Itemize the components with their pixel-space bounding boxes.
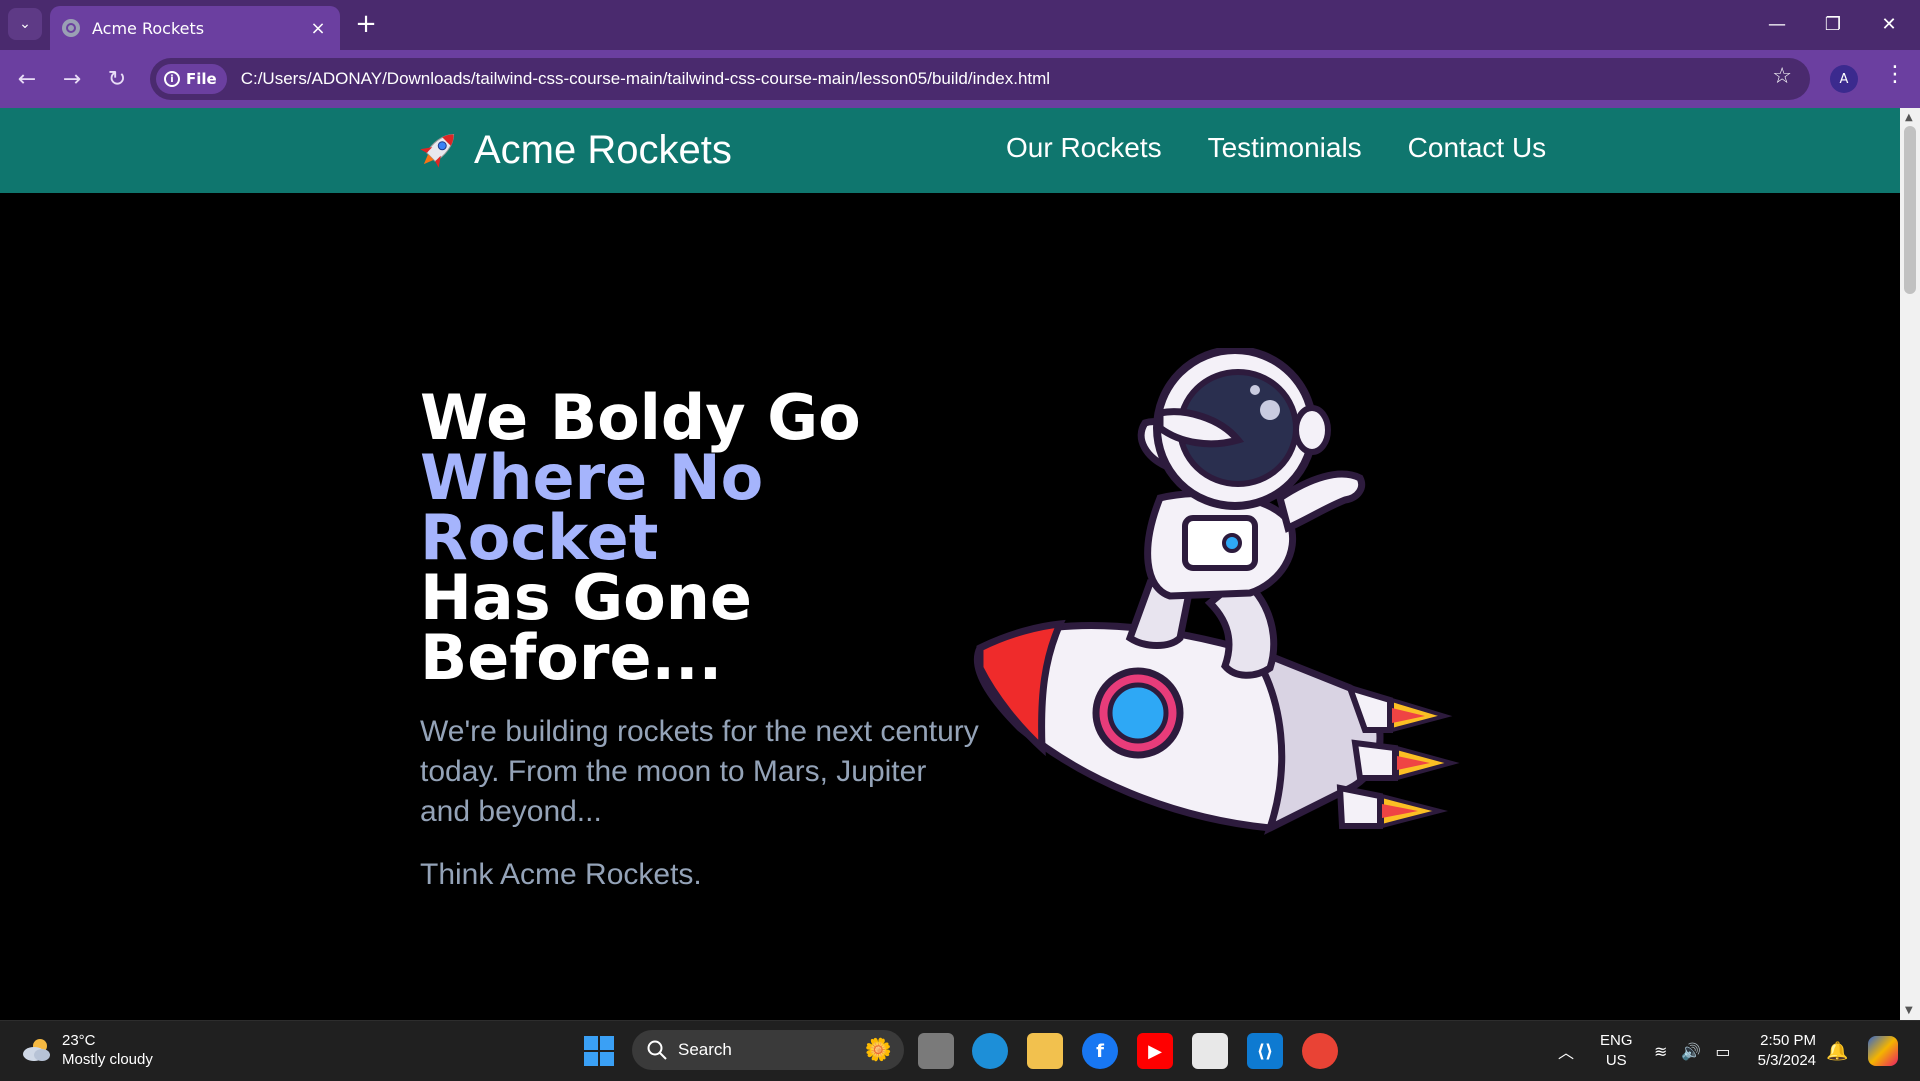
windows-logo-icon [584, 1036, 614, 1066]
close-window-button[interactable]: ✕ [1866, 8, 1912, 40]
browser-toolbar: ← → ↻ i File C:/Users/ADONAY/Downloads/t… [0, 50, 1920, 108]
back-button[interactable]: ← [10, 62, 44, 96]
brand-name: Acme Rockets [474, 127, 732, 172]
new-tab-button[interactable]: + [352, 10, 380, 38]
scrollbar-thumb[interactable] [1904, 126, 1916, 294]
clock-time: 2:50 PM [1760, 1032, 1816, 1049]
hero-tagline: Think Acme Rockets. [420, 858, 702, 891]
windows-taskbar: 23°C Mostly cloudy Search 🌼 f ▶ ⟨⟩ ︿ ENG… [0, 1020, 1920, 1081]
browser-tab[interactable]: Acme Rockets × [50, 6, 340, 50]
task-view-icon[interactable] [918, 1033, 954, 1069]
flowers-icon: 🌼 [864, 1037, 892, 1063]
globe-icon [62, 19, 80, 37]
lang-line-1: ENG [1600, 1032, 1633, 1049]
file-explorer-icon[interactable] [1027, 1033, 1063, 1069]
rocket-body [973, 619, 1460, 835]
forward-button[interactable]: → [55, 62, 89, 96]
page-viewport: Acme Rockets Our Rockets Testimonials Co… [0, 108, 1900, 1020]
url-text[interactable]: C:/Users/ADONAY/Downloads/tailwind-css-c… [241, 69, 1050, 89]
address-bar[interactable]: i File C:/Users/ADONAY/Downloads/tailwin… [150, 58, 1810, 100]
system-tray[interactable]: ≋ 🔊 ▭ [1654, 1021, 1730, 1081]
microsoft-store-icon[interactable] [1192, 1033, 1228, 1069]
search-label: Search [678, 1040, 732, 1059]
nav-contact-us[interactable]: Contact Us [1408, 132, 1547, 164]
rocket-icon [420, 133, 455, 168]
tab-search-button[interactable]: ⌄ [8, 8, 42, 40]
headline-line-4: Before... [420, 621, 723, 694]
search-icon [647, 1040, 667, 1060]
copilot-icon[interactable] [1868, 1021, 1898, 1081]
page-scrollbar[interactable]: ▲ ▼ [1900, 108, 1920, 1020]
info-icon: i [164, 71, 180, 87]
astronaut-rocket-illustration [973, 348, 1460, 835]
nav-our-rockets[interactable]: Our Rockets [1006, 132, 1162, 164]
chrome-icon[interactable] [1302, 1033, 1338, 1069]
start-button[interactable] [584, 1036, 614, 1070]
nav-testimonials[interactable]: Testimonials [1208, 132, 1362, 164]
scroll-up-icon[interactable]: ▲ [1905, 112, 1913, 123]
hero-description: We're building rockets for the next cent… [420, 715, 979, 828]
hero-text: We Boldy Go Where No Rocket Has Gone Bef… [420, 387, 980, 892]
weather-temp: 23°C [62, 1032, 96, 1049]
site-info-chip[interactable]: i File [156, 64, 227, 94]
clock-date: 5/3/2024 [1757, 1052, 1816, 1069]
kebab-menu-icon[interactable]: ⋮ [1884, 62, 1906, 87]
profile-avatar[interactable]: A [1830, 65, 1858, 93]
browser-tab-strip: ⌄ Acme Rockets × + — ❐ ✕ [0, 0, 1920, 50]
scheme-label: File [186, 70, 217, 88]
wifi-icon[interactable]: ≋ [1654, 1042, 1667, 1061]
weather-desc: Mostly cloudy [62, 1051, 153, 1068]
bookmark-star-icon[interactable]: ☆ [1772, 64, 1792, 89]
minimize-button[interactable]: — [1754, 8, 1800, 40]
facebook-icon[interactable]: f [1082, 1033, 1118, 1069]
reload-button[interactable]: ↻ [100, 62, 134, 96]
restore-button[interactable]: ❐ [1810, 8, 1856, 40]
youtube-icon[interactable]: ▶ [1137, 1033, 1173, 1069]
clock[interactable]: 2:50 PM 5/3/2024 [1750, 1031, 1816, 1071]
battery-icon[interactable]: ▭ [1715, 1042, 1730, 1061]
vscode-icon[interactable]: ⟨⟩ [1247, 1033, 1283, 1069]
headline-accent: Where No Rocket [420, 441, 764, 574]
chevron-down-icon: ⌄ [19, 16, 31, 32]
cloudy-weather-icon [23, 1039, 50, 1061]
input-language[interactable]: ENG US [1600, 1031, 1633, 1071]
show-hidden-icons[interactable]: ︿ [1558, 1021, 1574, 1081]
tab-title: Acme Rockets [92, 18, 205, 38]
astronaut [1125, 348, 1366, 679]
notification-bell-icon[interactable]: 🔔 [1826, 1021, 1848, 1081]
site-header: Acme Rockets Our Rockets Testimonials Co… [0, 108, 1900, 193]
brand-logo[interactable]: Acme Rockets [414, 126, 732, 174]
taskbar-search[interactable]: Search 🌼 [632, 1030, 904, 1070]
hero-headline: We Boldy Go Where No Rocket Has Gone Bef… [420, 387, 980, 689]
lang-line-2: US [1605, 1052, 1627, 1069]
scroll-down-icon[interactable]: ▼ [1905, 1005, 1913, 1016]
volume-icon[interactable]: 🔊 [1681, 1042, 1701, 1061]
edge-icon[interactable] [972, 1033, 1008, 1069]
close-tab-icon[interactable]: × [306, 18, 330, 39]
main-nav: Our Rockets Testimonials Contact Us [1006, 132, 1546, 164]
weather-widget[interactable]: 23°C Mostly cloudy [20, 1031, 153, 1069]
